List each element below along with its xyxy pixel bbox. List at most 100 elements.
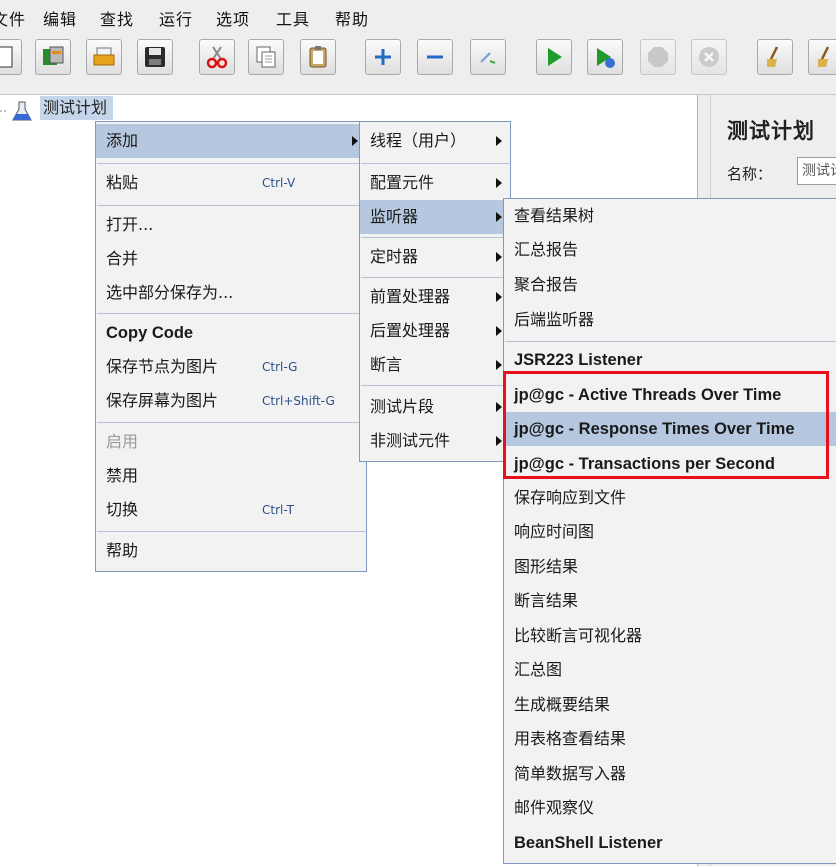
menu-item-help[interactable]: 帮助 bbox=[96, 534, 366, 568]
menu-item-label: 后端监听器 bbox=[514, 310, 595, 329]
name-field[interactable]: 测试计划 bbox=[797, 157, 836, 185]
menu-item-label: 保存响应到文件 bbox=[514, 488, 627, 507]
collapse-icon[interactable] bbox=[417, 39, 453, 75]
start-no-pause-icon[interactable] bbox=[587, 39, 623, 75]
paste-icon[interactable] bbox=[300, 39, 336, 75]
menu-item-post-processor[interactable]: 后置处理器 bbox=[360, 314, 510, 348]
menu-item-non-test[interactable]: 非测试元件 bbox=[360, 424, 510, 458]
menu-help[interactable]: 帮助 bbox=[335, 6, 369, 30]
menu-run[interactable]: 运行 bbox=[159, 6, 193, 30]
clear-icon[interactable] bbox=[757, 39, 793, 75]
templates-icon[interactable] bbox=[35, 39, 71, 75]
menu-item-label: 禁用 bbox=[106, 466, 139, 485]
menu-item-label: 图形结果 bbox=[514, 557, 579, 576]
menu-item-label: 聚合报告 bbox=[514, 275, 579, 294]
menu-item-label: 前置处理器 bbox=[370, 287, 451, 306]
menu-item-open[interactable]: 打开... bbox=[96, 208, 366, 242]
submenu-arrow-icon bbox=[496, 402, 502, 412]
start-icon[interactable] bbox=[536, 39, 572, 75]
menu-item-test-fragment[interactable]: 测试片段 bbox=[360, 390, 510, 424]
menu-item-label: 启用 bbox=[106, 432, 139, 451]
menu-item-simple-data-writer[interactable]: 简单数据写入器 bbox=[504, 757, 836, 791]
separator bbox=[361, 277, 509, 278]
menu-item-merge[interactable]: 合并 bbox=[96, 242, 366, 276]
menu-item-label: 粘贴 bbox=[106, 173, 139, 192]
new-icon[interactable] bbox=[0, 39, 22, 75]
menu-item-label: 保存节点为图片 bbox=[106, 357, 219, 376]
menu-item-label: 配置元件 bbox=[370, 173, 435, 192]
menu-item-timer[interactable]: 定时器 bbox=[360, 240, 510, 274]
menu-item-aggregate-graph[interactable]: 汇总图 bbox=[504, 653, 836, 687]
menu-item-comparison-assertion-visualizer[interactable]: 比较断言可视化器 bbox=[504, 619, 836, 653]
menu-item-label: jp@gc - Transactions per Second bbox=[514, 455, 775, 473]
menu-item-view-results-tree[interactable]: 查看结果树 bbox=[504, 199, 836, 233]
menu-item-label: 比较断言可视化器 bbox=[514, 626, 643, 645]
name-label: 名称： bbox=[727, 165, 773, 183]
menu-item-threads[interactable]: 线程（用户） bbox=[360, 124, 510, 158]
menu-item-response-time-graph[interactable]: 响应时间图 bbox=[504, 515, 836, 549]
menu-item-label: 监听器 bbox=[370, 207, 419, 226]
menu-item-transactions-per-second[interactable]: jp@gc - Transactions per Second bbox=[504, 447, 836, 481]
menu-item-listener[interactable]: 监听器 bbox=[360, 200, 510, 234]
menu-item-label: 生成概要结果 bbox=[514, 695, 611, 714]
submenu-arrow-icon bbox=[496, 326, 502, 336]
tree-node-test-plan[interactable]: 测试计划 bbox=[40, 96, 114, 120]
menu-item-view-results-table[interactable]: 用表格查看结果 bbox=[504, 722, 836, 756]
menu-item-label: 打开... bbox=[106, 215, 154, 234]
menu-item-jsr223-listener[interactable]: JSR223 Listener bbox=[504, 343, 836, 377]
menu-item-label: 保存屏幕为图片 bbox=[106, 391, 219, 410]
cut-icon[interactable] bbox=[199, 39, 235, 75]
menu-item-assertion[interactable]: 断言 bbox=[360, 348, 510, 382]
menu-item-assertion-results[interactable]: 断言结果 bbox=[504, 584, 836, 618]
menu-item-toggle[interactable]: 切换 Ctrl-T bbox=[96, 493, 366, 527]
menu-bar: 文件 编辑 查找 运行 选项 工具 帮助 bbox=[0, 0, 836, 32]
menu-item-mailer-visualizer[interactable]: 邮件观察仪 bbox=[504, 791, 836, 825]
clear-all-icon[interactable] bbox=[808, 39, 836, 75]
menu-tools[interactable]: 工具 bbox=[276, 6, 310, 30]
menu-item-disable[interactable]: 禁用 bbox=[96, 459, 366, 493]
menu-item-label: 选中部分保存为... bbox=[106, 283, 234, 302]
menu-search[interactable]: 查找 bbox=[100, 6, 134, 30]
separator bbox=[97, 313, 365, 314]
menu-item-label: 断言结果 bbox=[514, 591, 579, 610]
menu-item-label: jp@gc - Active Threads Over Time bbox=[514, 386, 782, 404]
open-icon[interactable] bbox=[86, 39, 122, 75]
menu-item-active-threads[interactable]: jp@gc - Active Threads Over Time bbox=[504, 378, 836, 412]
listener-submenu: 查看结果树 汇总报告 聚合报告 后端监听器 JSR223 Listener jp… bbox=[503, 198, 836, 864]
copy-icon[interactable] bbox=[248, 39, 284, 75]
stop-icon[interactable] bbox=[640, 39, 676, 75]
menu-item-copy-code[interactable]: Copy Code bbox=[96, 316, 366, 350]
menu-item-graph-results[interactable]: 图形结果 bbox=[504, 550, 836, 584]
save-icon[interactable] bbox=[137, 39, 173, 75]
separator bbox=[361, 385, 509, 386]
menu-item-save-responses[interactable]: 保存响应到文件 bbox=[504, 481, 836, 515]
menu-item-save-selection[interactable]: 选中部分保存为... bbox=[96, 276, 366, 310]
toggle-icon[interactable] bbox=[470, 39, 506, 75]
menu-item-summary-report[interactable]: 汇总报告 bbox=[504, 233, 836, 267]
shutdown-icon[interactable] bbox=[691, 39, 727, 75]
menu-item-label: 测试片段 bbox=[370, 397, 435, 416]
menu-edit[interactable]: 编辑 bbox=[43, 6, 77, 30]
submenu-arrow-icon bbox=[496, 252, 502, 262]
menu-item-label: 帮助 bbox=[106, 541, 139, 560]
menu-item-generate-summary-results[interactable]: 生成概要结果 bbox=[504, 688, 836, 722]
menu-file[interactable]: 文件 bbox=[0, 6, 26, 30]
menu-item-paste[interactable]: 粘贴 Ctrl-V bbox=[96, 166, 366, 200]
menu-item-config[interactable]: 配置元件 bbox=[360, 166, 510, 200]
menu-item-label: 简单数据写入器 bbox=[514, 764, 627, 783]
menu-item-add[interactable]: 添加 bbox=[96, 124, 366, 158]
menu-options[interactable]: 选项 bbox=[216, 6, 250, 30]
expand-icon[interactable] bbox=[365, 39, 401, 75]
separator bbox=[361, 163, 509, 164]
context-menu: 添加 粘贴 Ctrl-V 打开... 合并 选中部分保存为... Copy Cod… bbox=[95, 121, 367, 572]
menu-item-aggregate-report[interactable]: 聚合报告 bbox=[504, 268, 836, 302]
menu-item-backend-listener[interactable]: 后端监听器 bbox=[504, 303, 836, 337]
menu-item-response-times[interactable]: jp@gc - Response Times Over Time bbox=[504, 412, 836, 446]
menu-item-save-screen-image[interactable]: 保存屏幕为图片 Ctrl+Shift-G bbox=[96, 384, 366, 418]
menu-item-pre-processor[interactable]: 前置处理器 bbox=[360, 280, 510, 314]
menu-item-beanshell-listener[interactable]: BeanShell Listener bbox=[504, 826, 836, 860]
submenu-arrow-icon bbox=[496, 136, 502, 146]
separator bbox=[505, 341, 836, 342]
menu-item-save-node-image[interactable]: 保存节点为图片 Ctrl-G bbox=[96, 350, 366, 384]
shortcut-label: Ctrl-T bbox=[262, 503, 294, 517]
